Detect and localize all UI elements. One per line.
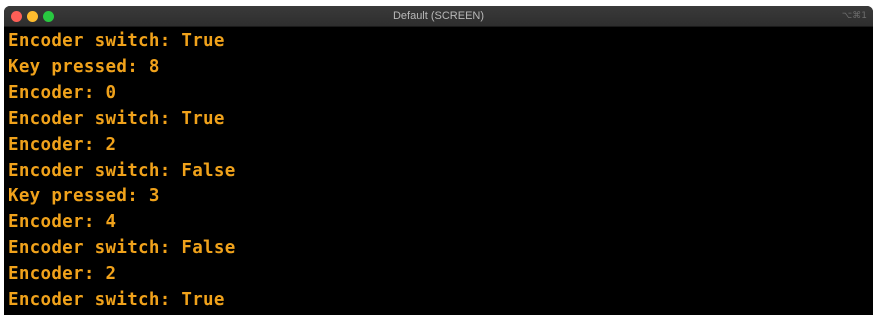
terminal-line: Encoder switch: False — [8, 238, 236, 259]
terminal-line: Encoder switch: True — [8, 108, 225, 129]
terminal-line: Encoder: 2 — [8, 134, 117, 155]
keyboard-shortcut-hint: ⌥⌘1 — [841, 11, 867, 21]
terminal-line: Encoder switch: True — [8, 290, 225, 311]
window-title: Default (SCREEN) — [392, 10, 485, 22]
terminal-line: Encoder: 0 — [8, 82, 117, 103]
terminal-line: Encoder switch: False — [8, 160, 236, 181]
terminal-output[interactable]: Encoder switch: True Key pressed: 8 Enco… — [4, 27, 873, 314]
terminal-line: Encoder: 2 — [8, 264, 117, 285]
terminal-window: Default (SCREEN) ⌥⌘1 Encoder switch: Tru… — [4, 6, 873, 315]
terminal-line: Encoder: 4 — [8, 212, 117, 233]
terminal-line: Encoder switch: True — [8, 31, 225, 51]
title-bar[interactable]: Default (SCREEN) ⌥⌘1 — [4, 6, 873, 27]
terminal-line: Key pressed: 8 — [8, 56, 160, 77]
terminal-line: Key pressed: 3 — [8, 186, 160, 207]
